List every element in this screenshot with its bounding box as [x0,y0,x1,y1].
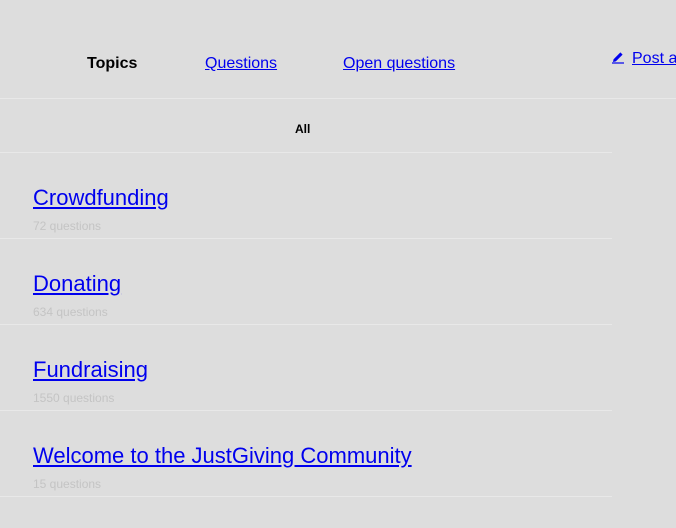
list-item: Fundraising 1550 questions [0,325,612,411]
topic-list: Crowdfunding 72 questions Donating 634 q… [0,153,612,497]
filter-bar: All [0,99,612,153]
tab-questions[interactable]: Questions [205,54,277,74]
topic-question-count: 1550 questions [33,391,115,405]
tab-topics[interactable]: Topics [87,54,137,74]
list-item: Crowdfunding 72 questions [0,153,612,239]
topic-question-count: 15 questions [33,477,102,491]
pencil-icon [611,50,625,64]
post-question-label: Post a [632,50,676,67]
top-navigation: Topics Questions Open questions Post a [0,0,676,99]
topic-question-count: 72 questions [33,219,102,233]
topic-link-welcome[interactable]: Welcome to the JustGiving Community [33,443,412,469]
topic-question-count: 634 questions [33,305,108,319]
post-question-link[interactable]: Post a [611,49,676,69]
list-item: Donating 634 questions [0,239,612,325]
list-item: Welcome to the JustGiving Community 15 q… [0,411,612,497]
topic-link-fundraising[interactable]: Fundraising [33,357,148,383]
tab-open-questions[interactable]: Open questions [343,54,455,74]
topic-link-crowdfunding[interactable]: Crowdfunding [33,185,169,211]
filter-all[interactable]: All [295,121,310,137]
topic-link-donating[interactable]: Donating [33,271,121,297]
